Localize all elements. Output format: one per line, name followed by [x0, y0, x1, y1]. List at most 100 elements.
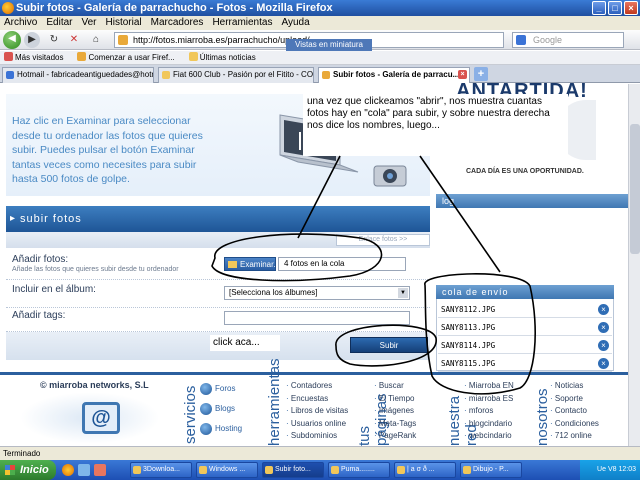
queue-item-filename: SANY8112.JPG [441, 305, 496, 314]
google-icon [516, 35, 526, 45]
folder-icon [228, 261, 237, 268]
footer-link-foros[interactable]: Foros [200, 382, 235, 396]
back-arrow-icon[interactable]: ◀ [3, 31, 21, 49]
tray-text: Ue V8 [597, 466, 617, 473]
footer-link[interactable]: Soporte [550, 393, 599, 406]
remove-icon[interactable]: × [598, 358, 609, 369]
minimize-button[interactable]: _ [592, 1, 606, 15]
stop-icon[interactable]: ✕ [66, 32, 82, 48]
close-tab-icon[interactable]: × [458, 70, 467, 79]
menu-archivo[interactable]: Archivo [4, 16, 37, 30]
footer-link[interactable]: Libros de visitas [286, 405, 348, 418]
tab-fiat600[interactable]: Fiat 600 Club - Pasión por el Fitito - C… [158, 67, 314, 83]
address-bar-url: http://fotos.miarroba.es/parrachucho/upl… [133, 35, 310, 45]
home-icon[interactable]: ⌂ [88, 32, 104, 48]
file-count-field: 4 fotos en la cola [278, 257, 406, 271]
album-select-value: [Selecciona los álbumes] [229, 288, 318, 297]
taskbar-item[interactable]: Puma........ [328, 462, 390, 478]
menu-ayuda[interactable]: Ayuda [281, 16, 309, 30]
footer-link[interactable]: mforos [464, 405, 514, 418]
annotation-click-note: click aca... [210, 335, 280, 351]
help-link-button[interactable]: Enlace fotos >> [336, 234, 430, 246]
browse-button[interactable]: Examinar... [224, 257, 280, 271]
ad-subtitle: CADA DÍA ES UNA OPORTUNIDAD. [466, 168, 584, 175]
footer-link[interactable]: Imágenes [374, 405, 416, 418]
window-title: Subir fotos - Galería de parrachucho - F… [16, 2, 333, 14]
tab-subir-fotos[interactable]: Subir fotos - Galería de parracu... × [318, 67, 470, 83]
browse-button-label: Examinar... [240, 260, 281, 269]
tab-label: Fiat 600 Club - Pasión por el Fitito - C… [173, 70, 314, 79]
footer-link-hosting[interactable]: Hosting [200, 422, 242, 436]
firefox-quicklaunch-icon[interactable] [62, 464, 74, 476]
hosting-icon [200, 423, 212, 435]
tags-label: Añadir tags: [12, 310, 66, 321]
taskbar-item[interactable]: 3Downloa... [130, 462, 192, 478]
footer-link[interactable]: blogcindario [464, 418, 514, 431]
queue-item-filename: SANY8115.JPG [441, 359, 496, 368]
footer-network-list: Miarroba EN miarroba ES mforos blogcinda… [464, 380, 514, 443]
footer-link[interactable]: Noticias [550, 380, 599, 393]
reload-icon[interactable]: ↻ [46, 32, 62, 48]
taskbar-item-active[interactable]: Subir foto... [262, 462, 324, 478]
section-header: subir fotos [6, 206, 430, 232]
footer-link[interactable]: Encuestas [286, 393, 348, 406]
menu-ver[interactable]: Ver [81, 16, 96, 30]
chevron-down-icon: ▼ [398, 288, 408, 298]
page-scrollbar[interactable] [628, 84, 640, 446]
add-photos-label: Añadir fotos: [12, 254, 69, 265]
footer-link[interactable]: El Tiempo [374, 393, 416, 406]
explorer-quicklaunch-icon[interactable] [78, 464, 90, 476]
annotation-callout: una vez que clickeamos "abrir", nos mues… [303, 94, 568, 156]
footer-link[interactable]: Subdominios [286, 430, 348, 443]
footer-link[interactable]: Usuarios online [286, 418, 348, 431]
menu-historial[interactable]: Historial [106, 16, 142, 30]
search-input[interactable]: Google [512, 32, 624, 48]
footer-link[interactable]: Condiciones [550, 418, 599, 431]
maximize-button[interactable]: □ [608, 1, 622, 15]
footer-link[interactable]: webcindario [464, 430, 514, 443]
window-title-bar: Subir fotos - Galería de parrachucho - F… [0, 0, 640, 16]
tab-hotmail[interactable]: Hotmail - fabricadeantiguedades@hotm... [2, 67, 154, 83]
tooltip: Vistas en miniatura [286, 39, 372, 51]
new-tab-button[interactable]: + [474, 67, 488, 81]
album-select[interactable]: [Selecciona los álbumes] ▼ [224, 286, 410, 300]
remove-icon[interactable]: × [598, 322, 609, 333]
footer-link[interactable]: Buscar [374, 380, 416, 393]
bookmark-most-visited[interactable]: Más visitados [4, 51, 63, 64]
footer-link-blogs[interactable]: Blogs [200, 402, 235, 416]
taskbar-item[interactable]: Dibujo - P... [460, 462, 522, 478]
footer-link[interactable]: Miarroba EN [464, 380, 514, 393]
taskbar-item[interactable]: | a σ ð ... [394, 462, 456, 478]
close-window-button[interactable]: × [624, 1, 638, 15]
menu-marcadores[interactable]: Marcadores [151, 16, 204, 30]
footer-link[interactable]: miarroba ES [464, 393, 514, 406]
forward-arrow-icon[interactable]: ▶ [24, 32, 40, 48]
tags-input[interactable] [224, 311, 410, 325]
app-quicklaunch-icon[interactable] [94, 464, 106, 476]
remove-icon[interactable]: × [598, 340, 609, 351]
scrollbar-thumb[interactable] [630, 124, 640, 254]
footer-link[interactable]: Contacto [550, 405, 599, 418]
queue-item: SANY8114.JPG × [438, 337, 612, 354]
menu-herramientas[interactable]: Herramientas [212, 16, 272, 30]
start-button[interactable]: Inicio [0, 460, 56, 480]
submit-upload-button[interactable]: Subir [350, 337, 428, 353]
footer-link[interactable]: Meta-Tags [374, 418, 416, 431]
status-bar: Terminado [0, 446, 640, 460]
add-photos-hint: Añade las fotos que quieres subir desde … [12, 266, 179, 273]
search-placeholder: Google [533, 35, 563, 45]
site-favicon [322, 71, 330, 79]
bookmark-getting-started[interactable]: Comenzar a usar Firef... [77, 51, 175, 64]
tab-label: Subir fotos - Galería de parracu... [333, 70, 460, 79]
bookmark-latest-news[interactable]: Últimas noticias [188, 51, 256, 64]
miarroba-logo-icon: @ [82, 402, 120, 434]
remove-icon[interactable]: × [598, 304, 609, 315]
footer-link[interactable]: PageRank [374, 430, 416, 443]
footer-link[interactable]: 712 online [550, 430, 599, 443]
tab-label: Hotmail - fabricadeantiguedades@hotm... [17, 70, 154, 79]
site-favicon [118, 35, 128, 45]
footer-link[interactable]: Contadores [286, 380, 348, 393]
taskbar-item[interactable]: Windows ... [196, 462, 258, 478]
footer-link-label: Blogs [215, 404, 236, 413]
menu-editar[interactable]: Editar [46, 16, 72, 30]
